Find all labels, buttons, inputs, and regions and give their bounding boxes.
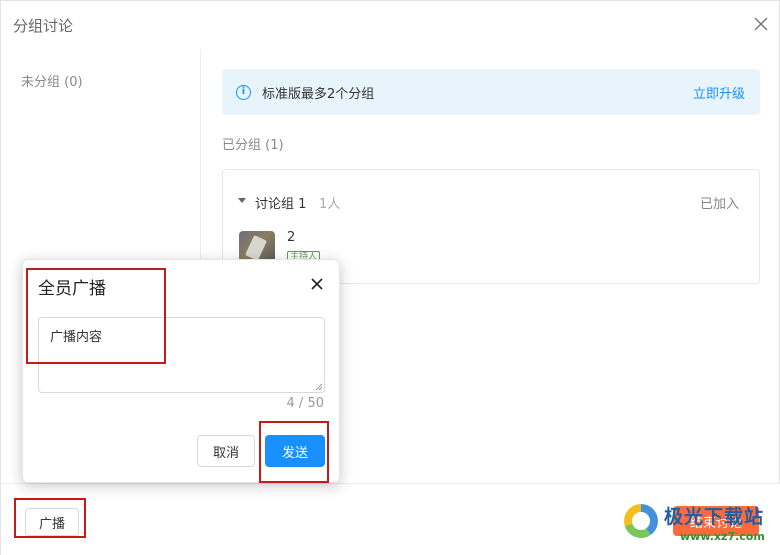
- upgrade-link[interactable]: 立即升级: [693, 83, 745, 102]
- footer-bar: 广播 结束讨论: [1, 483, 780, 555]
- cancel-button[interactable]: 取消: [197, 435, 255, 467]
- caret-down-icon[interactable]: [238, 198, 246, 203]
- close-icon: [754, 17, 768, 31]
- send-button[interactable]: 发送: [265, 435, 325, 467]
- modal-title: 全员广播: [38, 279, 106, 299]
- banner-text: 标准版最多2个分组: [262, 86, 375, 102]
- broadcast-content-input[interactable]: 广播内容: [38, 317, 325, 393]
- grouped-label: 已分组 (1): [222, 138, 284, 153]
- char-counter: 4 / 50: [286, 396, 324, 411]
- ungrouped-label: 未分组 (0): [21, 75, 83, 90]
- broadcast-button[interactable]: 广播: [25, 508, 79, 536]
- info-icon: i: [236, 84, 251, 100]
- broadcast-modal: 全员广播 广播内容 4 / 50 取消 发送: [22, 259, 340, 483]
- window-close-button[interactable]: [751, 14, 771, 34]
- group-member-count: 1人: [319, 197, 341, 212]
- info-banner: i 标准版最多2个分组 立即升级: [222, 69, 760, 115]
- group-name: 讨论组 1: [255, 197, 307, 212]
- close-icon: [311, 278, 323, 290]
- window-title: 分组讨论: [13, 17, 74, 35]
- group-join-status: 已加入: [699, 197, 739, 212]
- member-name: 2: [287, 230, 296, 245]
- end-discussion-button[interactable]: 结束讨论: [673, 506, 759, 536]
- modal-close-button[interactable]: [309, 276, 325, 292]
